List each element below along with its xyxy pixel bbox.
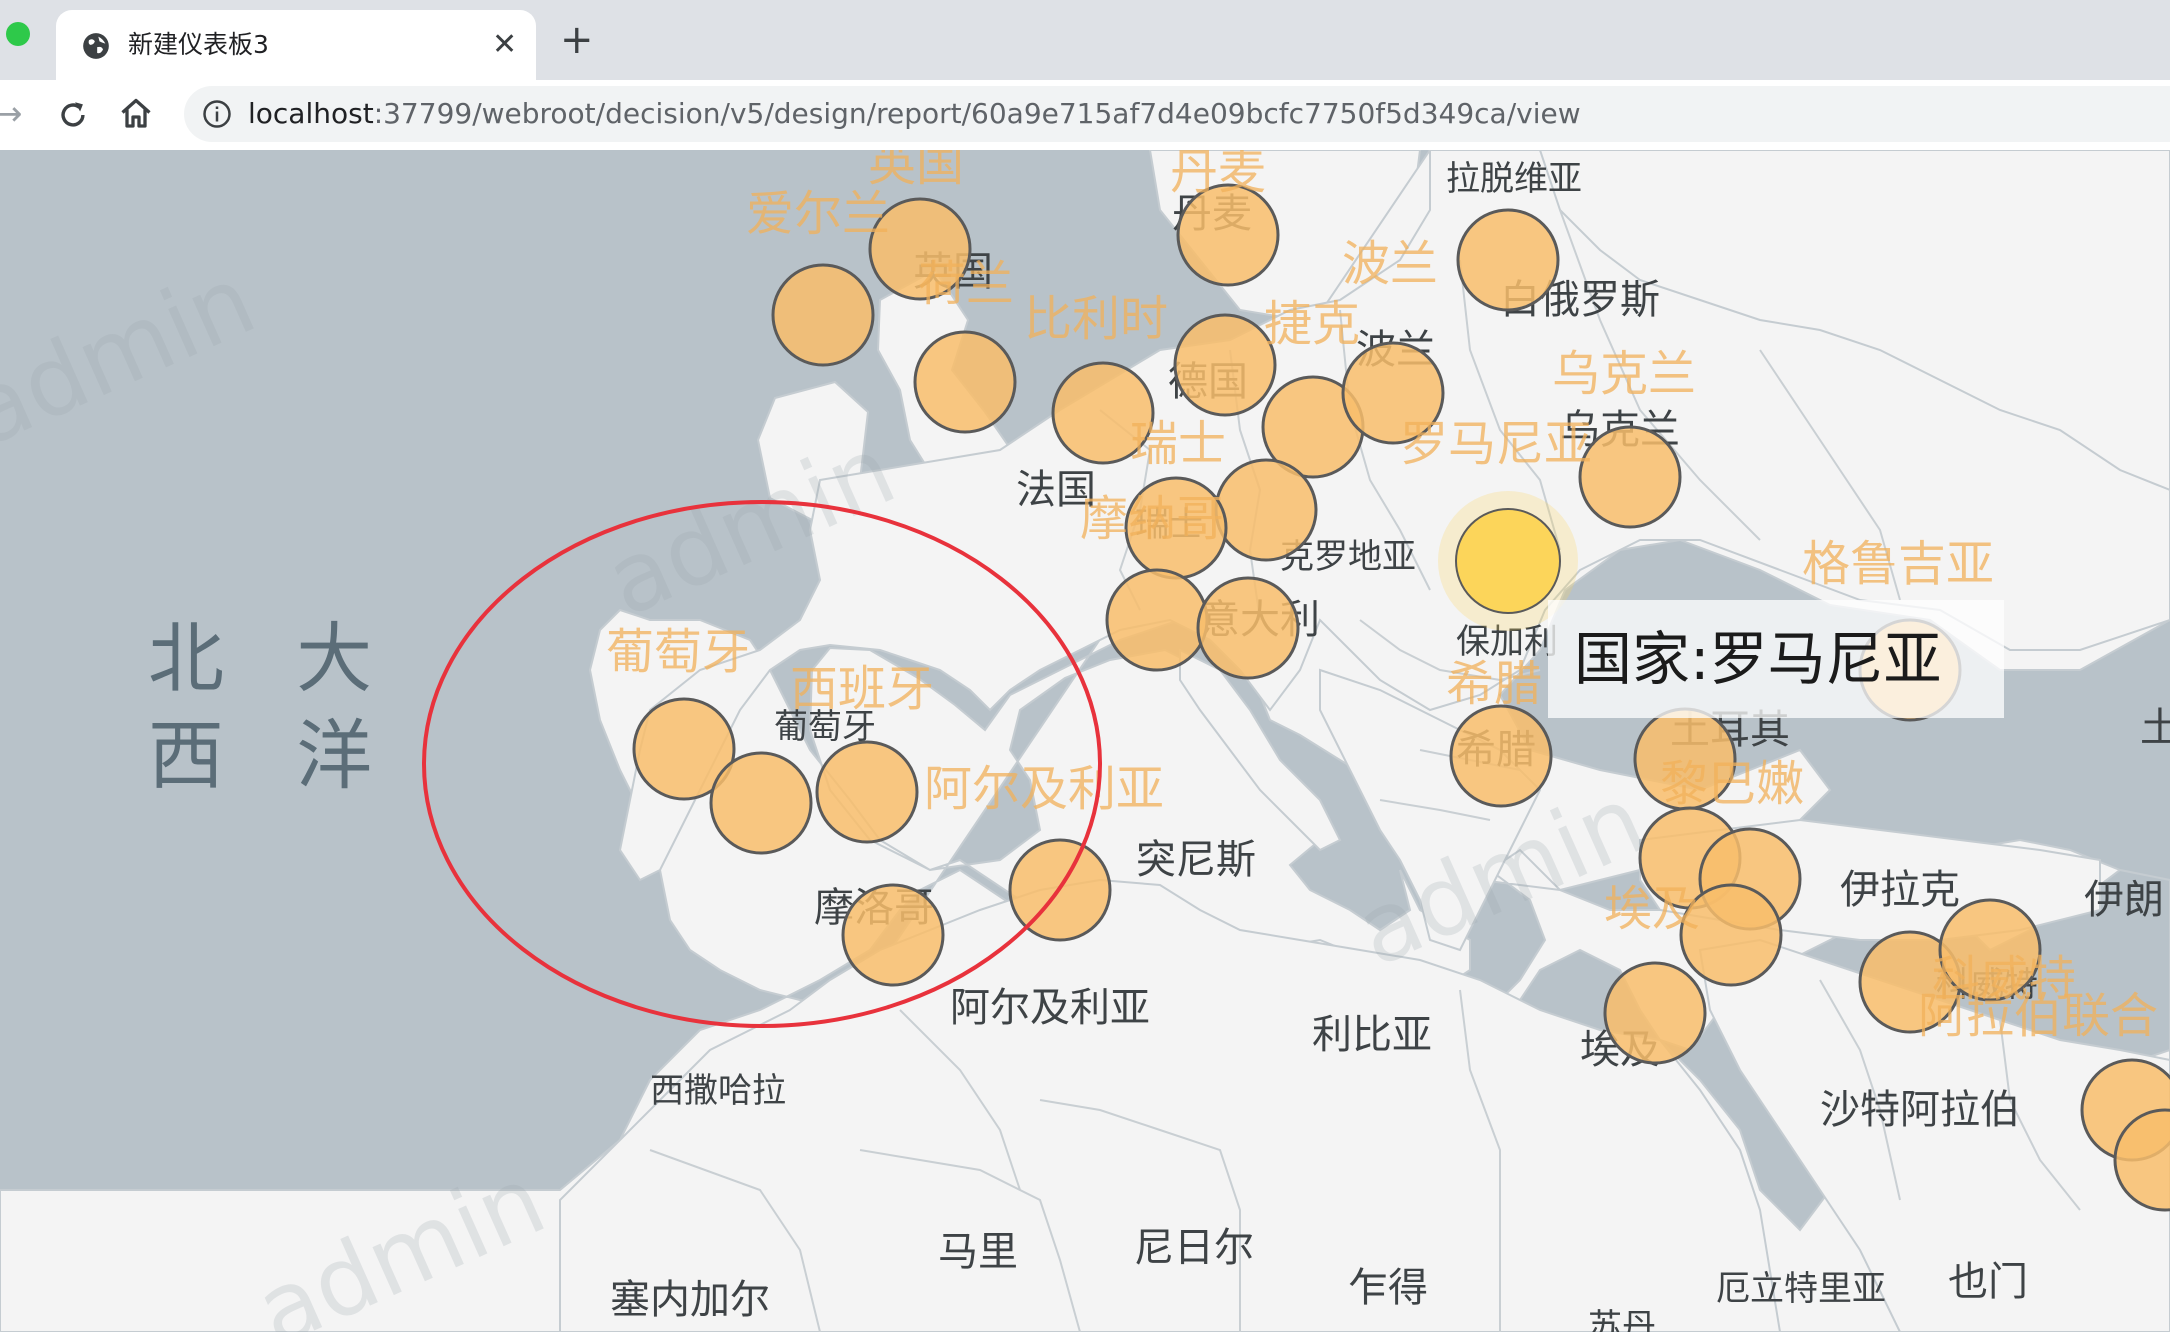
- map-tooltip: 国家:罗马尼亚: [1548, 600, 2004, 718]
- country-bubble[interactable]: [913, 330, 1017, 434]
- url-text[interactable]: localhost:37799/webroot/decision/v5/desi…: [248, 96, 1581, 132]
- address-bar[interactable]: localhost:37799/webroot/decision/v5/desi…: [184, 86, 2170, 142]
- bubble-label: 西班牙: [790, 661, 935, 717]
- country-bubble[interactable]: [1105, 568, 1209, 672]
- bubble-label: 瑞士: [1130, 416, 1227, 472]
- bubble-label: 黎巴嫩: [1660, 756, 1805, 812]
- reload-icon[interactable]: [56, 98, 90, 132]
- country-bubble[interactable]: [771, 263, 875, 367]
- country-bubble[interactable]: [1008, 838, 1112, 942]
- globe-icon: [83, 33, 109, 59]
- close-tab-icon[interactable]: ✕: [492, 28, 517, 62]
- bubble-label: 阿尔及利亚: [924, 761, 1165, 817]
- bubble-label: 摩纳哥: [1080, 491, 1225, 547]
- bubble-label: 罗马尼亚: [1400, 416, 1593, 472]
- country-bubble[interactable]: [1456, 208, 1560, 312]
- browser-tab-active[interactable]: 新建仪表板3 ✕: [56, 10, 536, 80]
- country-bubble[interactable]: [1603, 961, 1707, 1065]
- browser-tab-bar: 新建仪表板3 ✕ +: [0, 0, 2170, 80]
- country-bubble[interactable]: [1449, 704, 1553, 808]
- forward-arrow-icon[interactable]: →: [0, 94, 23, 134]
- bubble-label: 比利时: [1024, 291, 1169, 347]
- country-bubble[interactable]: [1196, 576, 1300, 680]
- home-icon[interactable]: [118, 96, 154, 132]
- country-bubble[interactable]: [1173, 313, 1277, 417]
- window-maximize-button[interactable]: [6, 22, 30, 46]
- bubble-label: 波兰: [1342, 236, 1439, 292]
- country-bubble[interactable]: [1578, 425, 1682, 529]
- bubble-label: 英国: [868, 150, 965, 192]
- country-bubble[interactable]: [1214, 458, 1318, 562]
- bubble-label: 埃及: [1604, 881, 1701, 937]
- bubble-label: 葡萄牙: [606, 624, 751, 680]
- bubble-label: 希腊: [1446, 656, 1543, 712]
- new-tab-button[interactable]: +: [560, 20, 594, 60]
- info-icon[interactable]: [202, 99, 232, 129]
- url-host: localhost: [248, 97, 374, 130]
- bubble-label: 乌克兰: [1552, 346, 1697, 402]
- bubble-label: 荷兰: [918, 256, 1015, 312]
- bubble-label: 丹麦: [1170, 150, 1267, 200]
- country-bubble[interactable]: [1176, 183, 1280, 287]
- country-bubble[interactable]: [841, 883, 945, 987]
- tab-title: 新建仪表板3: [128, 30, 269, 59]
- url-path: :37799/webroot/decision/v5/design/report…: [373, 97, 1581, 130]
- map-canvas[interactable]: 北 大 西 洋 admin admin admin admin 拉脱维亚丹麦英国…: [0, 150, 2170, 1332]
- country-bubble[interactable]: [709, 751, 813, 855]
- highlighted-bubble-romania[interactable]: [1455, 508, 1561, 614]
- bubble-label: 阿拉伯联合: [1918, 988, 2159, 1044]
- tooltip-text: 国家:罗马尼亚: [1574, 625, 1942, 693]
- bubble-label: 爱尔兰: [746, 186, 891, 242]
- bubble-label: 格鲁吉亚: [1802, 536, 1995, 592]
- bubble-label: 捷克: [1264, 296, 1361, 352]
- country-bubble[interactable]: [815, 740, 919, 844]
